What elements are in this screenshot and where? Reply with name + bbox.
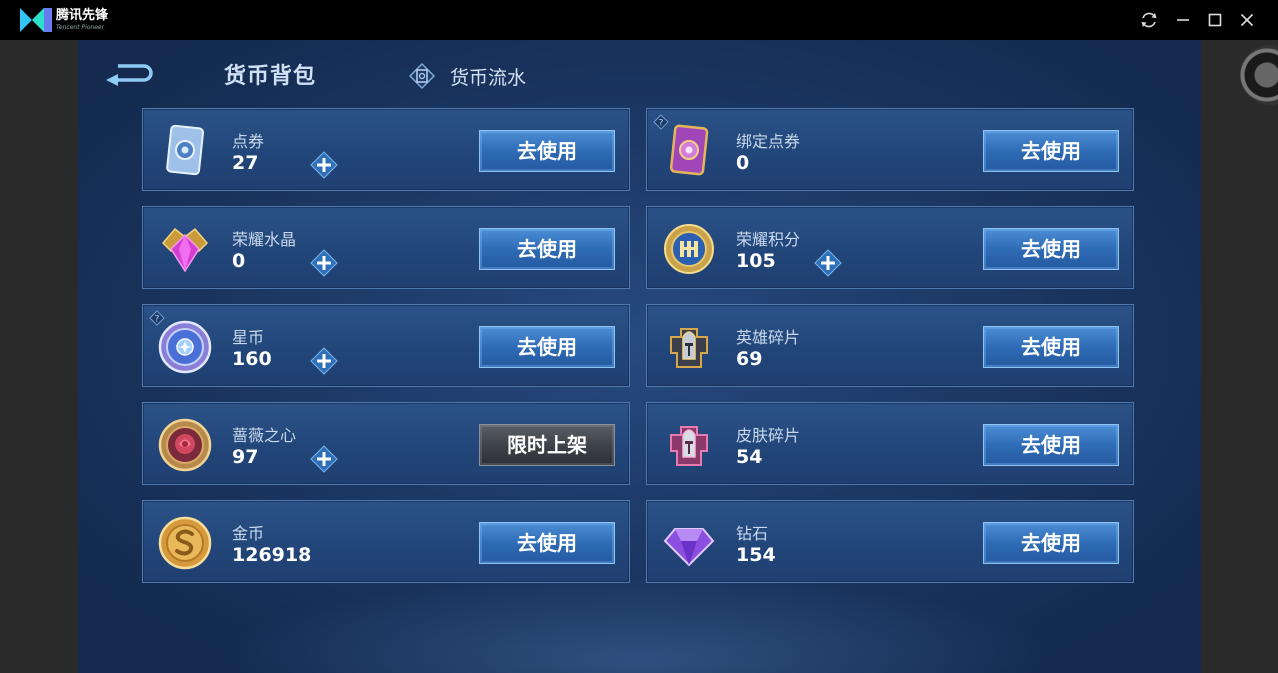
currency-amount: 27 [232, 152, 259, 174]
use-button[interactable]: 去使用 [983, 228, 1119, 270]
use-button[interactable]: 去使用 [479, 130, 615, 172]
add-icon[interactable] [309, 248, 339, 278]
currency-amount: 97 [232, 446, 259, 468]
crystal-icon [161, 227, 209, 273]
currency-amount: 69 [736, 348, 763, 370]
currency-card-rose-heart: 蔷薇之心 97 限时上架 [142, 402, 630, 485]
diamond-icon [663, 528, 715, 567]
tab-currency-wallet[interactable]: 货币背包 [224, 58, 316, 90]
currency-label: 绑定点券 [736, 132, 801, 151]
currency-amount: 54 [736, 446, 763, 468]
use-button[interactable]: 去使用 [983, 130, 1119, 172]
currency-card-honor-points: 荣耀积分 105 去使用 [646, 206, 1134, 289]
refresh-icon[interactable] [1138, 9, 1160, 31]
star-coin-icon [158, 320, 212, 374]
coupon-icon [166, 124, 205, 176]
left-letterbox [0, 40, 78, 673]
currency-card-coupon: 点券 27 去使用 [142, 108, 630, 191]
transaction-history-icon [408, 62, 436, 90]
currency-label: 钻石 [736, 524, 769, 543]
currency-card-diamond: 钻石 154 去使用 [646, 500, 1134, 583]
currency-wallet-screen: 货币背包 货币流水 点券 27 去使用 ? 绑定点券 0 去使用 荣耀水晶 0 … [78, 40, 1201, 673]
currency-label: 蔷薇之心 [232, 426, 297, 445]
currency-card-bound-coupon: ? 绑定点券 0 去使用 [646, 108, 1134, 191]
add-icon[interactable] [813, 248, 843, 278]
hero-fragment-icon [670, 328, 708, 368]
currency-amount: 160 [232, 348, 272, 370]
add-icon[interactable] [309, 150, 339, 180]
back-arrow-icon[interactable] [104, 60, 164, 90]
use-button[interactable]: 去使用 [983, 326, 1119, 368]
bound-coupon-icon [669, 124, 709, 176]
add-icon[interactable] [309, 444, 339, 474]
maximize-icon[interactable] [1204, 9, 1226, 31]
app-subtitle: Tencent Pioneer [56, 24, 105, 31]
currency-card-gold-coin: 金币 126918 去使用 [142, 500, 630, 583]
use-button[interactable]: 去使用 [983, 424, 1119, 466]
currency-label: 荣耀积分 [736, 230, 801, 249]
currency-amount: 154 [736, 544, 776, 566]
currency-amount: 0 [232, 250, 246, 272]
currency-card-crystal: 荣耀水晶 0 去使用 [142, 206, 630, 289]
skin-fragment-icon [670, 426, 708, 466]
currency-amount: 126918 [232, 544, 312, 566]
currency-label: 点券 [232, 132, 265, 151]
close-icon[interactable] [1236, 9, 1258, 31]
currency-label: 星币 [232, 328, 265, 347]
currency-label: 英雄碎片 [736, 328, 801, 347]
currency-amount: 0 [736, 152, 750, 174]
currency-card-hero-fragment: 英雄碎片 69 去使用 [646, 304, 1134, 387]
gold-coin-icon [158, 516, 212, 570]
currency-label: 金币 [232, 524, 265, 543]
tab-currency-flow[interactable]: 货币流水 [450, 63, 526, 90]
title-bar: 腾讯先锋 Tencent Pioneer [0, 0, 1278, 40]
add-icon[interactable] [309, 346, 339, 376]
currency-card-star-coin: ? 星币 160 去使用 [142, 304, 630, 387]
use-button[interactable]: 去使用 [479, 522, 615, 564]
currency-label: 荣耀水晶 [232, 230, 297, 249]
rose-heart-icon [158, 418, 212, 472]
use-button[interactable]: 去使用 [479, 228, 615, 270]
currency-card-skin-fragment: 皮肤碎片 54 去使用 [646, 402, 1134, 485]
use-button[interactable]: 去使用 [983, 522, 1119, 564]
app-logo-icon [20, 8, 52, 32]
currency-label: 皮肤碎片 [736, 426, 801, 445]
use-button[interactable]: 去使用 [479, 326, 615, 368]
limited-time-button[interactable]: 限时上架 [479, 424, 615, 466]
right-letterbox [1201, 40, 1278, 673]
minimize-icon[interactable] [1172, 9, 1194, 31]
currency-amount: 105 [736, 250, 776, 272]
honor-points-icon [664, 224, 714, 274]
app-title: 腾讯先锋 [56, 8, 109, 23]
